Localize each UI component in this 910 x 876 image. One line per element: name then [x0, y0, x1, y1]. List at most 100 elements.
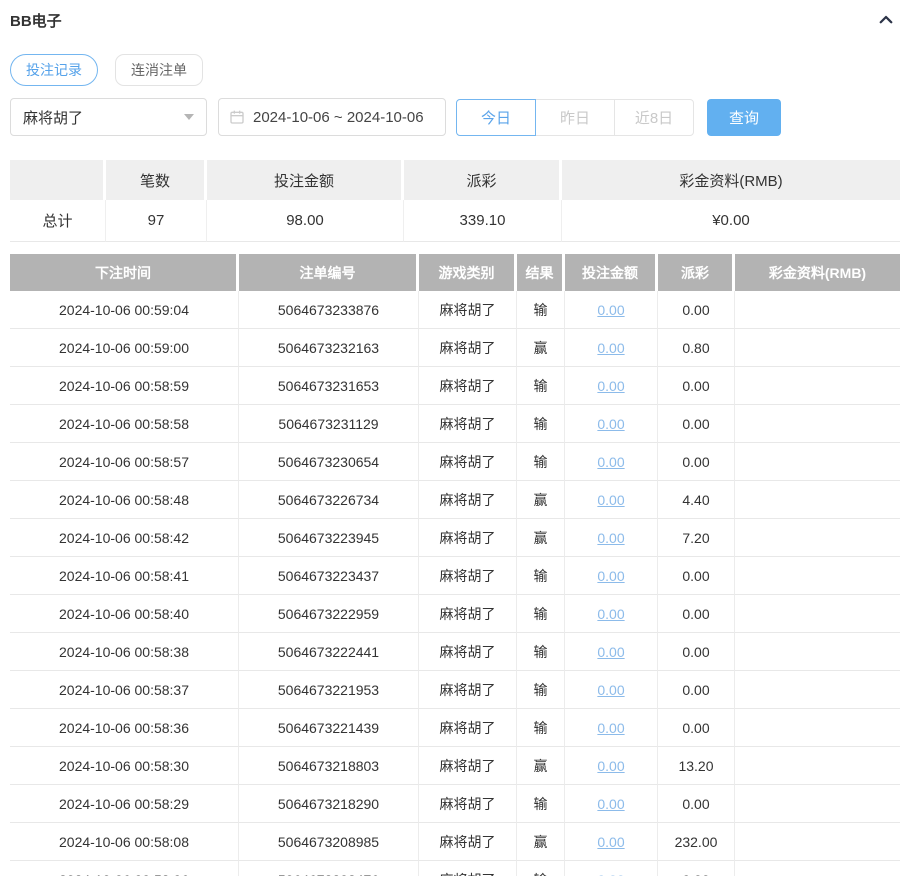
bet-number-cell: 5064673223945	[239, 519, 419, 557]
jackpot-cell	[735, 405, 900, 443]
bet-amount-cell: 0.00	[565, 481, 658, 519]
result-cell: 输	[517, 595, 565, 633]
payout-cell: 4.40	[658, 481, 735, 519]
bet-amount-link[interactable]: 0.00	[597, 530, 624, 546]
bet-amount-cell: 0.00	[565, 671, 658, 709]
result-cell: 输	[517, 557, 565, 595]
collapse-panel-button[interactable]	[874, 8, 898, 32]
table-row: 2024-10-06 00:59:045064673233876麻将胡了输0.0…	[10, 291, 900, 329]
table-row: 2024-10-06 00:58:415064673223437麻将胡了输0.0…	[10, 557, 900, 595]
record-type-tabs: 投注记录 连消注单	[10, 54, 900, 86]
records-header-bet-number: 注单编号	[239, 254, 419, 291]
tab-cancelled-bets[interactable]: 连消注单	[115, 54, 203, 86]
jackpot-cell	[735, 709, 900, 747]
bet-amount-link[interactable]: 0.00	[597, 416, 624, 432]
table-row: 2024-10-06 00:58:365064673221439麻将胡了输0.0…	[10, 709, 900, 747]
result-cell: 赢	[517, 823, 565, 861]
table-row: 2024-10-06 00:58:385064673222441麻将胡了输0.0…	[10, 633, 900, 671]
result-cell: 赢	[517, 329, 565, 367]
yesterday-button[interactable]: 昨日	[535, 99, 615, 136]
bet-amount-cell: 0.00	[565, 557, 658, 595]
game-type-cell: 麻将胡了	[419, 405, 517, 443]
records-header-game-type: 游戏类别	[419, 254, 517, 291]
betting-records-panel: BB电子 投注记录 连消注单 麻将胡了 2024-10-06 ~ 2024-10…	[0, 0, 910, 876]
jackpot-cell	[735, 557, 900, 595]
today-button[interactable]: 今日	[456, 99, 536, 136]
jackpot-cell	[735, 785, 900, 823]
result-cell: 赢	[517, 519, 565, 557]
records-header-jackpot: 彩金资料(RMB)	[735, 254, 900, 291]
bet-amount-link[interactable]: 0.00	[597, 872, 624, 876]
bet-amount-link[interactable]: 0.00	[597, 492, 624, 508]
result-cell: 输	[517, 671, 565, 709]
summary-total-bet-amount: 98.00	[207, 200, 404, 242]
payout-cell: 13.20	[658, 747, 735, 785]
result-cell: 输	[517, 367, 565, 405]
game-type-cell: 麻将胡了	[419, 633, 517, 671]
table-row: 2024-10-06 00:58:085064673208985麻将胡了赢0.0…	[10, 823, 900, 861]
game-type-cell: 麻将胡了	[419, 443, 517, 481]
calendar-icon	[229, 109, 245, 125]
chevron-up-icon	[877, 11, 895, 29]
bet-amount-cell: 0.00	[565, 367, 658, 405]
result-cell: 赢	[517, 747, 565, 785]
bet-number-cell: 5064673222441	[239, 633, 419, 671]
bet-amount-cell: 0.00	[565, 861, 658, 876]
game-type-cell: 麻将胡了	[419, 481, 517, 519]
result-cell: 输	[517, 291, 565, 329]
bet-amount-link[interactable]: 0.00	[597, 834, 624, 850]
bet-amount-link[interactable]: 0.00	[597, 682, 624, 698]
payout-cell: 0.00	[658, 709, 735, 747]
jackpot-cell	[735, 481, 900, 519]
last-8-days-button[interactable]: 近8日	[614, 99, 694, 136]
payout-cell: 7.20	[658, 519, 735, 557]
bet-amount-link[interactable]: 0.00	[597, 340, 624, 356]
tab-betting-records[interactable]: 投注记录	[10, 54, 98, 86]
bet-time-cell: 2024-10-06 00:58:48	[10, 481, 239, 519]
bet-amount-link[interactable]: 0.00	[597, 720, 624, 736]
bet-amount-link[interactable]: 0.00	[597, 568, 624, 584]
page-title: BB电子	[10, 10, 62, 31]
game-type-cell: 麻将胡了	[419, 291, 517, 329]
records-header-result: 结果	[517, 254, 565, 291]
table-row: 2024-10-06 00:58:585064673231129麻将胡了输0.0…	[10, 405, 900, 443]
bet-amount-link[interactable]: 0.00	[597, 302, 624, 318]
bet-time-cell: 2024-10-06 00:59:04	[10, 291, 239, 329]
bet-number-cell: 5064673230654	[239, 443, 419, 481]
bet-amount-cell: 0.00	[565, 443, 658, 481]
bet-amount-link[interactable]: 0.00	[597, 796, 624, 812]
game-type-cell: 麻将胡了	[419, 671, 517, 709]
bet-time-cell: 2024-10-06 00:58:30	[10, 747, 239, 785]
bet-number-cell: 5064673208476	[239, 861, 419, 876]
bet-time-cell: 2024-10-06 00:58:41	[10, 557, 239, 595]
date-range-value: 2024-10-06 ~ 2024-10-06	[253, 109, 424, 126]
bet-amount-link[interactable]: 0.00	[597, 378, 624, 394]
bet-amount-link[interactable]: 0.00	[597, 606, 624, 622]
summary-header-row: 笔数 投注金额 派彩 彩金资料(RMB)	[10, 160, 900, 200]
query-button[interactable]: 查询	[707, 99, 781, 136]
table-row: 2024-10-06 00:59:005064673232163麻将胡了赢0.0…	[10, 329, 900, 367]
records-header-bet-time: 下注时间	[10, 254, 239, 291]
bet-time-cell: 2024-10-06 00:58:58	[10, 405, 239, 443]
jackpot-cell	[735, 861, 900, 876]
bet-time-cell: 2024-10-06 00:58:57	[10, 443, 239, 481]
bet-amount-link[interactable]: 0.00	[597, 758, 624, 774]
bet-amount-link[interactable]: 0.00	[597, 454, 624, 470]
game-select[interactable]: 麻将胡了	[10, 98, 207, 136]
bet-time-cell: 2024-10-06 00:58:08	[10, 823, 239, 861]
summary-header-bet-amount: 投注金额	[207, 160, 404, 200]
table-row: 2024-10-06 00:58:595064673231653麻将胡了输0.0…	[10, 367, 900, 405]
payout-cell: 0.00	[658, 557, 735, 595]
date-range-picker[interactable]: 2024-10-06 ~ 2024-10-06	[218, 98, 446, 136]
bet-number-cell: 5064673218290	[239, 785, 419, 823]
bet-number-cell: 5064673218803	[239, 747, 419, 785]
game-type-cell: 麻将胡了	[419, 823, 517, 861]
bet-number-cell: 5064673231653	[239, 367, 419, 405]
game-type-cell: 麻将胡了	[419, 595, 517, 633]
bet-amount-cell: 0.00	[565, 747, 658, 785]
bet-amount-link[interactable]: 0.00	[597, 644, 624, 660]
records-header-bet-amount: 投注金额	[565, 254, 658, 291]
table-row: 2024-10-06 00:58:405064673222959麻将胡了输0.0…	[10, 595, 900, 633]
bet-amount-cell: 0.00	[565, 405, 658, 443]
bet-amount-cell: 0.00	[565, 633, 658, 671]
